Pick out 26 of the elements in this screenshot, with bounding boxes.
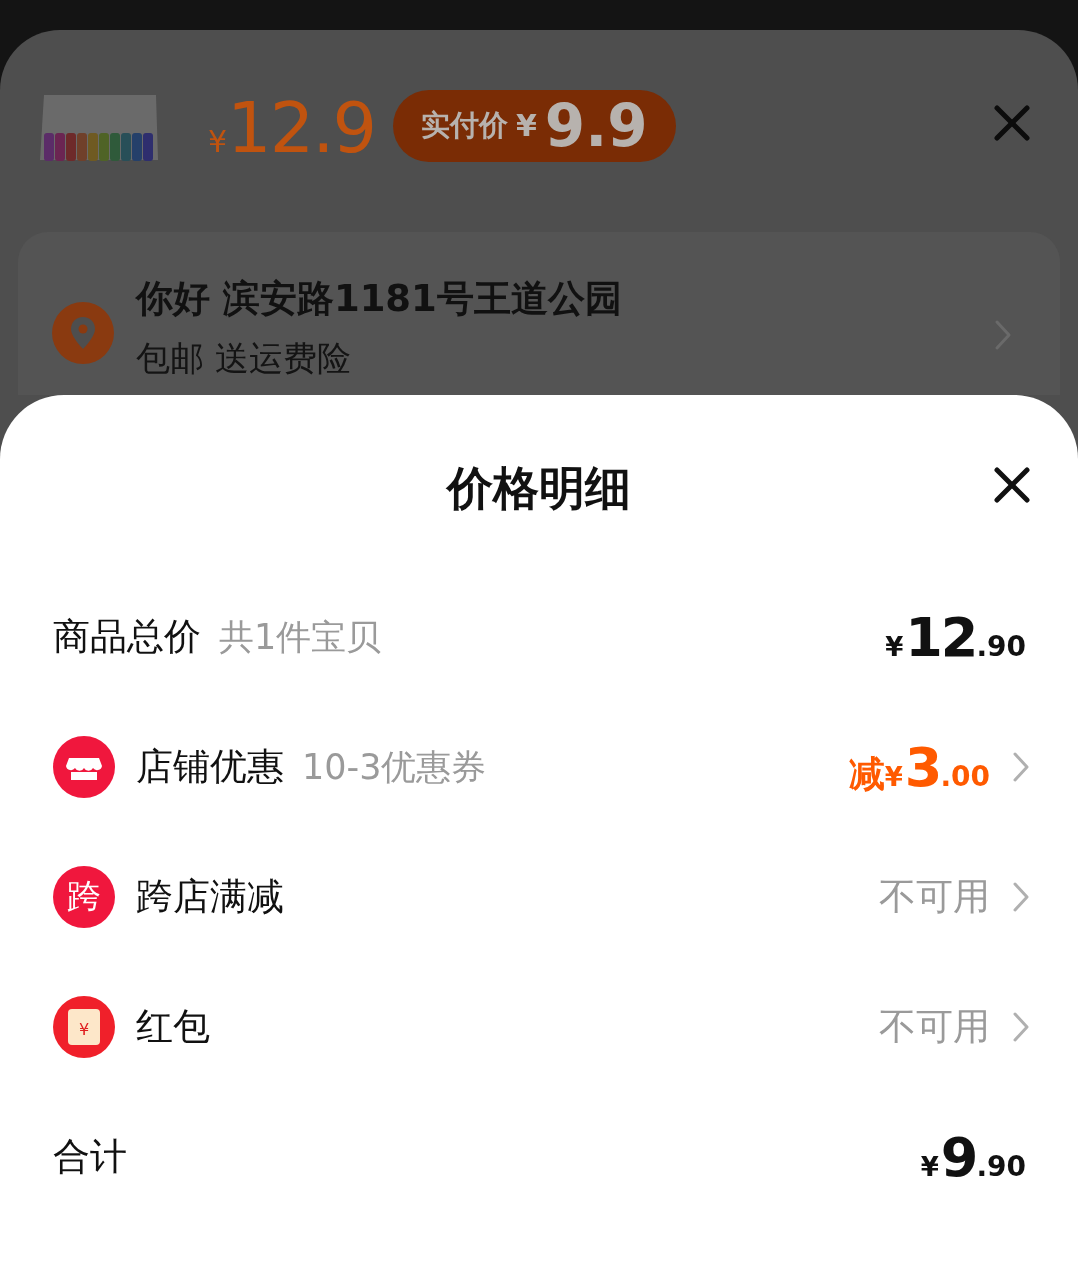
paid-price-badge: 实付价 ¥9.9: [392, 89, 676, 162]
chevron-right-icon: [1012, 881, 1030, 913]
row-label: 红包: [136, 1004, 210, 1050]
shop-icon: [53, 736, 115, 798]
row-label: 店铺优惠: [136, 744, 284, 790]
status-text: 不可用: [879, 874, 990, 920]
chevron-right-icon: [1012, 1011, 1030, 1043]
price-amount: ¥12.90: [885, 605, 1026, 669]
discount-amount: 减¥3.00: [848, 735, 990, 799]
chevron-right-icon: [1012, 751, 1030, 783]
address-card[interactable]: 你好 滨安路1181号王道公园 包邮 送运费险: [18, 232, 1060, 395]
price-amount: ¥9.90: [920, 1125, 1026, 1189]
product-price: ¥12.9: [208, 86, 375, 169]
cross-store-icon: 跨: [53, 866, 115, 928]
row-note: 共1件宝贝: [219, 615, 382, 659]
status-text: 不可用: [879, 1004, 990, 1050]
address-title: 你好 滨安路1181号王道公园: [136, 276, 623, 322]
row-label: 商品总价: [53, 614, 201, 660]
row-label: 合计: [53, 1134, 127, 1180]
envelope-icon: ¥: [53, 996, 115, 1058]
shipping-note: 包邮 送运费险: [136, 337, 352, 380]
location-pin-icon: [52, 302, 114, 364]
row-label: 跨店满减: [136, 874, 284, 920]
close-icon[interactable]: [994, 467, 1030, 503]
sheet-title: 价格明细: [447, 459, 631, 517]
row-note: 10-3优惠券: [302, 745, 487, 789]
